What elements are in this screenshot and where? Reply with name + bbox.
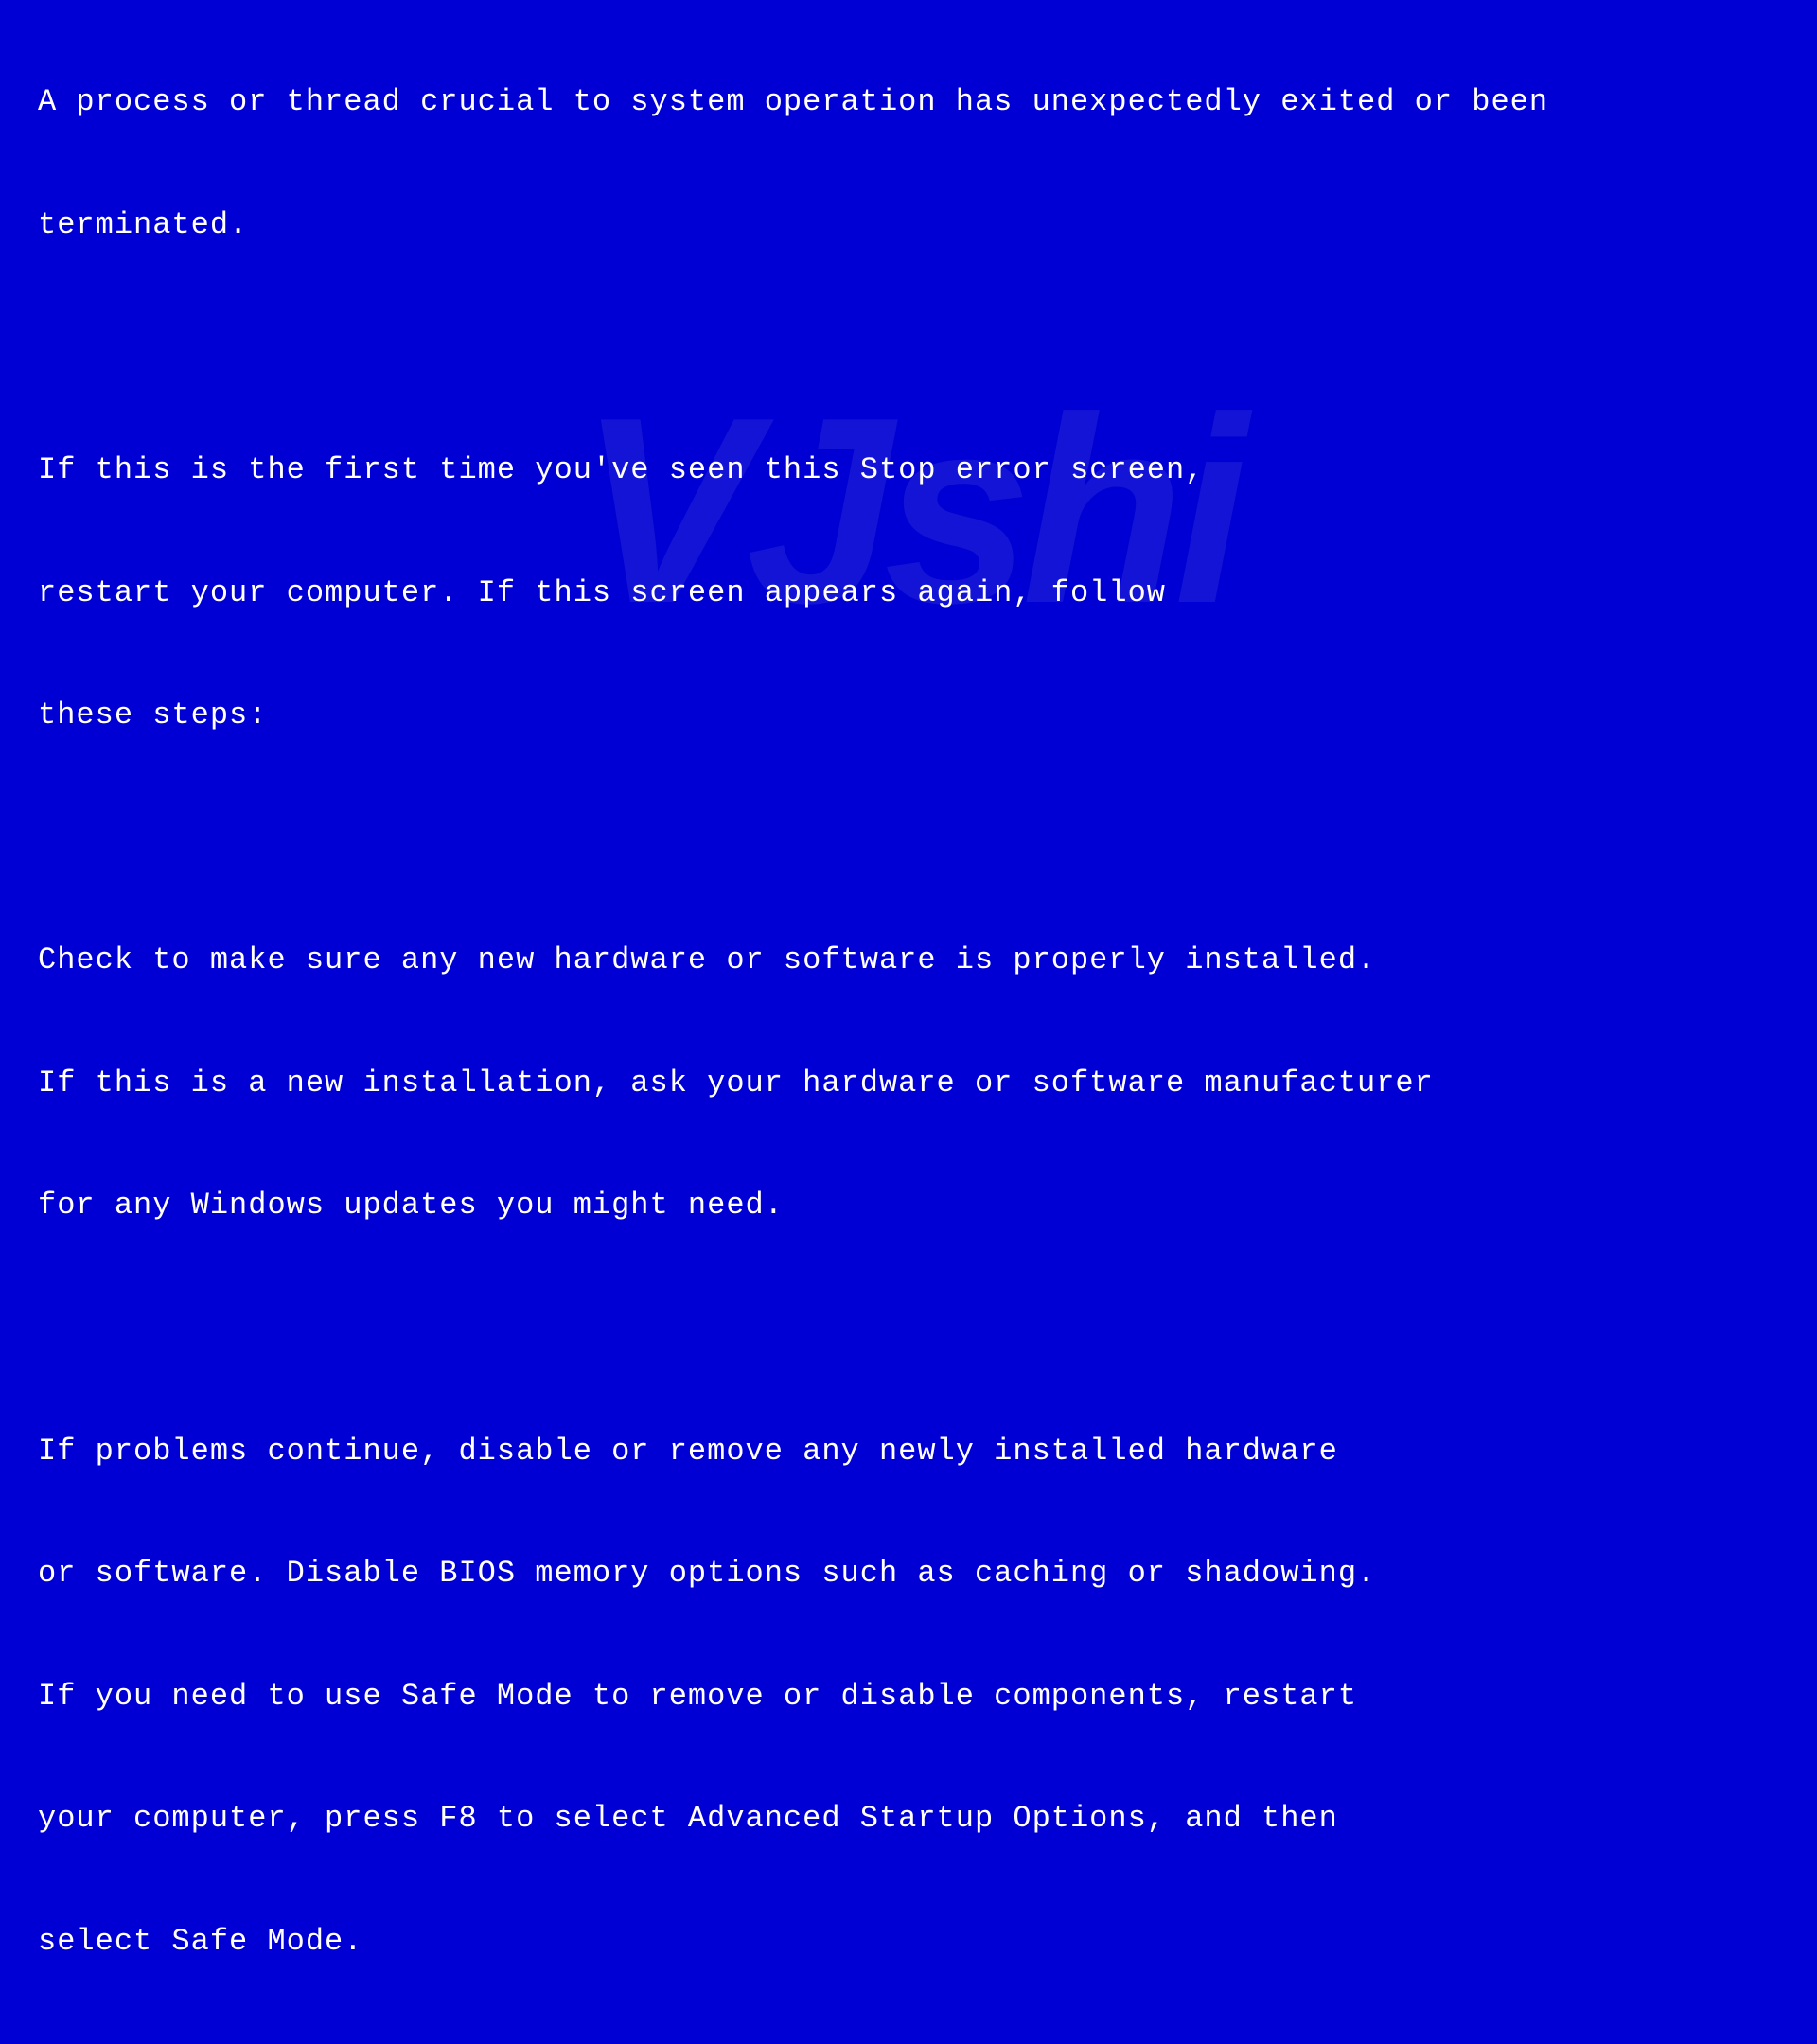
instructions-problems-continue-1: If problems continue, disable or remove … (38, 1431, 1779, 1471)
blank-line (38, 818, 1779, 858)
blank-line (38, 327, 1779, 368)
instructions-problems-continue-5: select Safe Mode. (38, 1921, 1779, 1962)
instructions-check-hardware-3: for any Windows updates you might need. (38, 1185, 1779, 1225)
blank-line (38, 2043, 1779, 2044)
blank-line (38, 1308, 1779, 1348)
error-description-line-2: terminated. (38, 204, 1779, 245)
instructions-problems-continue-3: If you need to use Safe Mode to remove o… (38, 1676, 1779, 1717)
error-description-line-1: A process or thread crucial to system op… (38, 81, 1779, 122)
bsod-screen: A process or thread crucial to system op… (38, 0, 1779, 2044)
instructions-first-time-3: these steps: (38, 695, 1779, 735)
instructions-problems-continue-4: your computer, press F8 to select Advanc… (38, 1798, 1779, 1839)
instructions-check-hardware-1: Check to make sure any new hardware or s… (38, 940, 1779, 980)
instructions-first-time-2: restart your computer. If this screen ap… (38, 573, 1779, 613)
instructions-first-time-1: If this is the first time you've seen th… (38, 449, 1779, 490)
instructions-problems-continue-2: or software. Disable BIOS memory options… (38, 1553, 1779, 1594)
instructions-check-hardware-2: If this is a new installation, ask your … (38, 1063, 1779, 1103)
